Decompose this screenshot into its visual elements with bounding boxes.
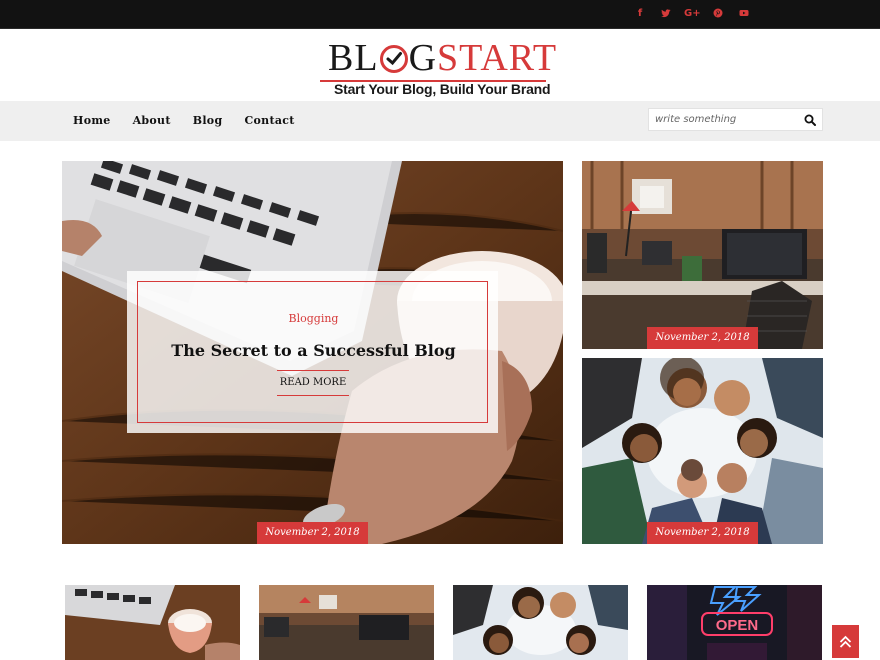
post-thumbnail-coffee[interactable] xyxy=(65,585,240,660)
nav-item-contact[interactable]: Contact xyxy=(244,114,294,127)
post-thumbnail-office[interactable] xyxy=(259,585,434,660)
post-thumbnail-coffee-image xyxy=(65,585,240,660)
post-thumbnail-office-image xyxy=(259,585,434,660)
post-thumbnail-team[interactable] xyxy=(453,585,628,660)
pinterest-icon[interactable] xyxy=(710,6,726,22)
nav-item-blog[interactable]: Blog xyxy=(193,114,223,127)
nav-menu: Home About Blog Contact xyxy=(73,114,317,127)
read-more-button[interactable]: READ MORE xyxy=(277,370,349,396)
nav-item-about[interactable]: About xyxy=(133,114,171,127)
post-thumbnail-team-image xyxy=(453,585,628,660)
side-post-office[interactable]: November 2, 2018 xyxy=(582,161,823,349)
social-links: f G+ xyxy=(632,6,752,22)
logo-wordmark: BL GSTART xyxy=(328,37,558,79)
facebook-icon[interactable]: f xyxy=(632,6,648,22)
youtube-icon[interactable] xyxy=(736,6,752,22)
featured-post-date: November 2, 2018 xyxy=(257,522,368,544)
featured-post-category[interactable]: Blogging xyxy=(138,312,489,325)
top-bar: f G+ xyxy=(0,0,880,29)
side-post-date: November 2, 2018 xyxy=(647,327,758,349)
search-input[interactable] xyxy=(649,109,799,130)
post-thumbnail-neon[interactable]: OPEN xyxy=(647,585,822,660)
nav-item-home[interactable]: Home xyxy=(73,114,111,127)
svg-text:OPEN: OPEN xyxy=(716,617,759,634)
header: BL GSTART Start Your Blog, Build Your Bra… xyxy=(0,29,880,101)
main-navigation: Home About Blog Contact xyxy=(0,101,880,141)
featured-post-card: Blogging The Secret to a Successful Blog… xyxy=(127,271,498,433)
search-box xyxy=(648,108,823,131)
search-icon[interactable] xyxy=(804,114,816,126)
google-plus-icon[interactable]: G+ xyxy=(684,6,701,22)
side-post-team[interactable]: November 2, 2018 xyxy=(582,358,823,544)
twitter-icon[interactable] xyxy=(658,6,674,22)
checkmark-icon xyxy=(379,45,408,73)
post-thumbnail-neon-image: OPEN xyxy=(647,585,822,660)
side-post-date: November 2, 2018 xyxy=(647,522,758,544)
side-post-team-image xyxy=(582,358,823,544)
featured-post-frame: Blogging The Secret to a Successful Blog… xyxy=(137,281,488,423)
logo-tagline: Start Your Blog, Build Your Brand xyxy=(334,81,551,97)
site-logo[interactable]: BL GSTART Start Your Blog, Build Your Bra… xyxy=(320,37,556,97)
back-to-top-button[interactable] xyxy=(832,625,859,658)
featured-post[interactable]: Blogging The Secret to a Successful Blog… xyxy=(62,161,563,544)
featured-post-title[interactable]: The Secret to a Successful Blog xyxy=(138,341,489,360)
side-post-office-image xyxy=(582,161,823,349)
double-chevron-up-icon xyxy=(839,635,852,648)
